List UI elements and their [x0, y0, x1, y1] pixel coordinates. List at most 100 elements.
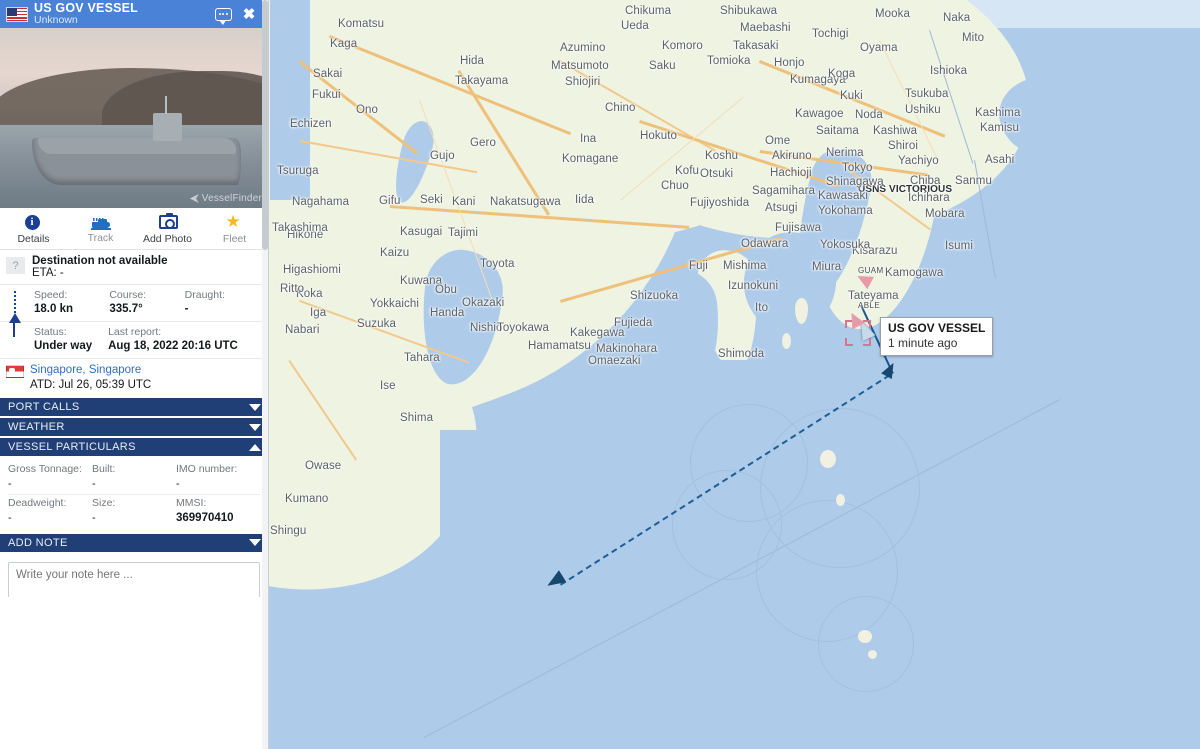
- port-name-link[interactable]: Singapore, Singapore: [30, 363, 151, 378]
- stat-speed: Speed: 18.0 kn: [34, 289, 109, 317]
- map-place-label: Takayama: [455, 75, 509, 87]
- map-place-label: Nakatsugawa: [490, 196, 561, 208]
- map-place-label: Ushiku: [905, 104, 941, 116]
- message-bubble-icon[interactable]: [210, 3, 236, 25]
- section-add-note-label: ADD NOTE: [8, 536, 68, 549]
- map-place-label: Toyokawa: [497, 322, 549, 334]
- map-place-label: Nagahama: [292, 196, 350, 208]
- particular-size-label: Size:: [92, 497, 116, 510]
- destination-eta: ETA: -: [32, 267, 64, 279]
- map-place-label: Kaizu: [380, 247, 410, 259]
- particular-gross-tonnage: Gross Tonnage: -: [8, 463, 92, 491]
- map-place-label: Shiojiri: [565, 76, 601, 88]
- tab-details[interactable]: i Details: [0, 208, 67, 249]
- map-place-label: Kawagoe: [795, 108, 844, 120]
- map-place-label: Hida: [460, 55, 485, 67]
- particular-gross-tonnage-label: Gross Tonnage:: [8, 463, 82, 475]
- islet: [868, 650, 877, 659]
- map-place-label: Sakai: [313, 68, 343, 80]
- vesselfinder-logo-icon: [189, 194, 199, 203]
- particular-deadweight-label: Deadweight:: [8, 497, 67, 510]
- map-place-label: Suzuka: [357, 318, 396, 330]
- close-icon[interactable]: ✖: [236, 3, 262, 25]
- particular-imo-label: IMO number:: [176, 463, 238, 475]
- map-place-label: Sanmu: [955, 175, 992, 187]
- stat-course-label: Course:: [109, 289, 147, 301]
- map-place-label: Kumano: [285, 493, 329, 505]
- vessel-tooltip[interactable]: US GOV VESSEL 1 minute ago: [880, 317, 994, 356]
- map-place-label: Chiba: [910, 175, 941, 187]
- map-place-label: Honjo: [774, 57, 805, 69]
- map-place-label: Ritto: [280, 283, 305, 295]
- islet: [820, 450, 836, 468]
- stats-row-primary: Speed: 18.0 kn Course: 335.7° Draught: -: [0, 285, 268, 323]
- section-port-calls[interactable]: PORT CALLS: [0, 398, 268, 417]
- particular-mmsi-value: 369970410: [176, 512, 234, 525]
- vessel-tooltip-title: US GOV VESSEL: [888, 321, 986, 335]
- vessel-photo[interactable]: VesselFinder: [0, 28, 268, 208]
- particular-built-value: -: [92, 477, 96, 490]
- map-place-label: Chikuma: [625, 5, 672, 17]
- map-place-label: Izunokuni: [728, 280, 779, 292]
- map-place-label: Owase: [305, 460, 342, 472]
- map-place-label: Noda: [855, 109, 883, 121]
- map-place-label: Higashiomi: [283, 264, 341, 276]
- map-place-label: Tajimi: [448, 227, 478, 239]
- map-place-label: Mobara: [925, 208, 965, 220]
- map-place-label: Kuki: [840, 90, 863, 102]
- map-place-label: Saku: [649, 60, 676, 72]
- map-place-label: Tomioka: [707, 55, 751, 67]
- tab-track[interactable]: Track: [67, 208, 134, 249]
- map-place-label: Kamogawa: [885, 267, 944, 279]
- particulars-row: Gross Tonnage: - Built: - IMO number: -: [8, 461, 260, 494]
- singapore-flag-icon: [6, 365, 24, 379]
- map-place-label: Yokkaichi: [370, 298, 420, 310]
- map-place-label: Koshu: [705, 150, 739, 162]
- chevron-down-icon: [249, 403, 261, 411]
- stat-last-report-value: Aug 18, 2022 20:16 UTC: [108, 340, 238, 353]
- map-place-label: Naka: [943, 12, 971, 24]
- map-place-label: Mito: [962, 32, 985, 44]
- map-place-label: Handa: [430, 307, 465, 319]
- info-icon: i: [24, 214, 40, 230]
- map-place-label: Mishima: [723, 260, 767, 272]
- ship-icon: [90, 216, 111, 230]
- section-port-calls-label: PORT CALLS: [8, 401, 80, 413]
- port-call-row[interactable]: Singapore, Singapore ATD: Jul 26, 05:39 …: [0, 359, 268, 398]
- tab-fleet[interactable]: ★ Fleet: [201, 208, 268, 249]
- map-place-label: Mooka: [875, 8, 911, 20]
- vessel-tooltip-subtitle: 1 minute ago: [888, 336, 958, 350]
- map-place-label: Tsuruga: [277, 165, 319, 177]
- stat-last-report: Last report: Aug 18, 2022 20:16 UTC: [108, 326, 260, 354]
- map-place-label: Komagane: [562, 153, 619, 165]
- particular-size-value: -: [92, 512, 96, 525]
- map-place-label: Ito: [755, 302, 769, 314]
- section-vessel-particulars[interactable]: VESSEL PARTICULARS: [0, 438, 268, 457]
- stat-status-label: Status:: [34, 326, 67, 339]
- islet: [858, 630, 872, 643]
- particular-deadweight: Deadweight: -: [8, 497, 92, 526]
- map-place-label: Yachiyo: [898, 155, 939, 167]
- map-place-label: Nerima: [826, 147, 864, 159]
- map-place-label: Fujiyoshida: [690, 197, 750, 209]
- sidebar-scrollbar[interactable]: [262, 0, 268, 749]
- stat-course: Course: 335.7°: [109, 289, 184, 317]
- map-place-label: Iida: [575, 194, 594, 206]
- particular-imo-value: -: [176, 477, 180, 490]
- map-place-label: Chino: [605, 102, 636, 114]
- chevron-down-icon: [249, 539, 261, 547]
- map-place-label: Kawasaki: [818, 190, 869, 202]
- map-place-label: Ueda: [621, 20, 649, 32]
- photo-watermark: VesselFinder: [189, 193, 262, 204]
- map-place-label: Kofu: [675, 165, 700, 177]
- particular-built: Built: -: [92, 463, 176, 491]
- section-weather[interactable]: WEATHER: [0, 418, 268, 437]
- map-place-label: Kashima: [975, 107, 1021, 119]
- map-place-label: Sagamihara: [752, 185, 816, 197]
- map-place-label: Azumino: [560, 42, 606, 54]
- map-place-label: Ichihara: [908, 192, 950, 204]
- sidebar-scrollbar-thumb[interactable]: [262, 0, 268, 250]
- map-place-label: Ishioka: [930, 65, 968, 77]
- section-add-note[interactable]: ADD NOTE: [0, 533, 268, 553]
- tab-add-photo[interactable]: Add Photo: [134, 208, 201, 249]
